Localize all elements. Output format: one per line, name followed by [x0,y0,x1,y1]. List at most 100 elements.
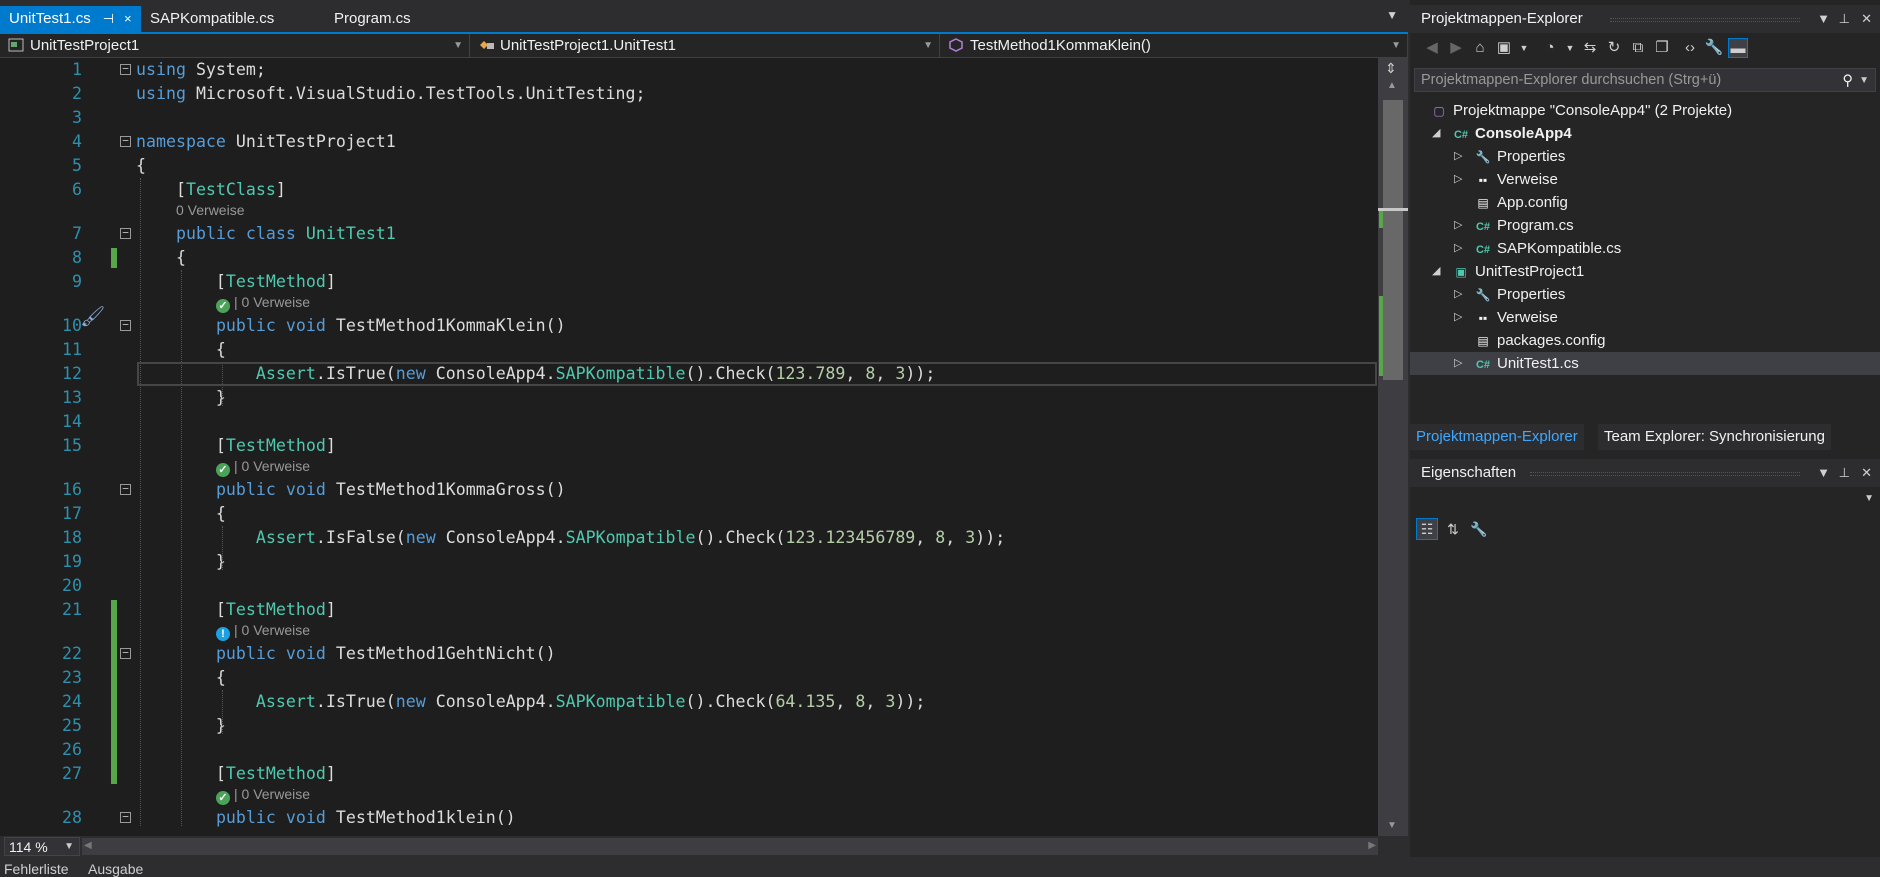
test-not-run-icon[interactable]: ! [216,627,230,641]
code-text[interactable]: { [136,154,146,178]
tree-item[interactable]: ▷ C# Program.cs [1410,214,1880,237]
code-text[interactable]: { [136,246,186,270]
collapsed-arrow-icon[interactable]: ▷ [1454,352,1462,375]
tab-error-list[interactable]: Fehlerliste [4,861,69,877]
tree-item[interactable]: ◢ ▣ UnitTestProject1 [1410,260,1880,283]
collapsed-arrow-icon[interactable]: ▷ [1454,145,1462,168]
codelens-references[interactable]: | 0 Verweise [234,458,310,474]
code-text[interactable]: [TestMethod] [136,762,336,786]
pin-icon[interactable]: ⊣ [103,11,114,26]
code-line[interactable]: 14 [0,410,1378,434]
code-text[interactable]: Assert.IsTrue(new ConsoleApp4.SAPKompati… [136,690,925,714]
categorized-icon[interactable]: ☷ [1416,518,1438,540]
code-line[interactable]: 7 public class UnitTest1− [0,222,1378,246]
show-all-files-icon[interactable]: ❐ [1652,38,1672,58]
split-icon[interactable]: ⇕ [1385,60,1397,77]
tab-team-explorer[interactable]: Team Explorer: Synchronisierung [1598,424,1831,450]
code-text[interactable]: [TestMethod] [136,270,336,294]
forward-icon[interactable]: ▶ [1446,38,1466,58]
codelens[interactable]: ✓ | 0 Verweise [0,456,1378,477]
tree-item[interactable]: ▤ App.config [1410,191,1880,214]
code-text[interactable]: public void TestMethod1KommaGross() [136,478,566,502]
scroll-thumb[interactable] [1383,100,1403,380]
code-line[interactable]: 11 { [0,338,1378,362]
code-line[interactable]: 13 } [0,386,1378,410]
tree-item[interactable]: ◢ C# ConsoleApp4 [1410,122,1880,145]
codelens[interactable]: ✓ | 0 Verweise [0,784,1378,805]
quick-actions-brush-icon[interactable]: 🖌 [80,304,105,329]
code-line[interactable]: 24 Assert.IsTrue(new ConsoleApp4.SAPKomp… [0,690,1378,714]
code-text[interactable]: using Microsoft.VisualStudio.TestTools.U… [136,82,646,106]
code-line[interactable]: 8 { [0,246,1378,270]
code-text[interactable]: Assert.IsFalse(new ConsoleApp4.SAPKompat… [136,526,1005,550]
code-line[interactable]: 9 [TestMethod] [0,270,1378,294]
code-text[interactable]: [TestMethod] [136,434,336,458]
close-icon[interactable]: ✕ [1861,459,1872,487]
scroll-up-icon[interactable]: ▲ [1387,80,1397,91]
preview-selected-items-icon[interactable]: ▬ [1728,38,1748,58]
code-line[interactable]: 10 public void TestMethod1KommaKlein() − [0,314,1378,338]
code-line[interactable]: 20 [0,574,1378,598]
code-text[interactable]: public void TestMethod1KommaKlein() [136,314,566,338]
code-line[interactable]: 21 [TestMethod] [0,598,1378,622]
refresh-icon[interactable]: ↻ [1604,38,1624,58]
expanded-arrow-icon[interactable]: ◢ [1432,260,1440,283]
code-line[interactable]: 25 } [0,714,1378,738]
property-pages-icon[interactable]: 🔧 [1468,518,1490,540]
home-icon[interactable]: ⌂ [1470,38,1490,58]
code-text[interactable]: public class UnitTest1 [136,222,396,246]
code-text[interactable]: using System; [136,58,266,82]
code-editor[interactable]: 1 using System; −2 using Microsoft.VisualSt… [0,58,1378,836]
collapsed-arrow-icon[interactable]: ▷ [1454,214,1462,237]
code-text[interactable]: [TestMethod] [136,598,336,622]
collapse-region-icon[interactable]: − [120,135,131,147]
properties-wrench-icon[interactable]: 🔧 [1704,38,1724,58]
scroll-right-icon[interactable]: ▶ [1368,840,1376,851]
code-line[interactable]: 26 [0,738,1378,762]
collapse-region-icon[interactable]: − [120,483,131,495]
code-line[interactable]: 22 public void TestMethod1GehtNicht() − [0,642,1378,666]
tree-item[interactable]: ▷ 🔧 Properties [1410,283,1880,306]
close-icon[interactable]: × [124,11,132,26]
code-line[interactable]: 19 } [0,550,1378,574]
code-line[interactable]: 5{ [0,154,1378,178]
collapse-region-icon[interactable]: − [120,647,131,659]
code-line[interactable]: 6 [TestClass] [0,178,1378,202]
code-line[interactable]: 1 using System; − [0,58,1378,82]
tab-program[interactable]: Program.cs [325,6,420,32]
class-dropdown[interactable]: UnitTestProject1.UnitTest1 ▼ [470,34,940,58]
tab-sapkompatible[interactable]: SAPKompatible.cs [141,6,283,32]
code-text[interactable]: public void TestMethod1GehtNicht() [136,642,556,666]
zoom-dropdown[interactable]: 114 % ▼ [4,837,80,856]
chevron-down-icon[interactable]: ▼ [1560,38,1580,58]
view-code-icon[interactable]: ‹› [1680,38,1700,58]
collapsed-arrow-icon[interactable]: ▷ [1454,306,1462,329]
object-selector[interactable]: ▼ [1410,489,1880,511]
member-dropdown[interactable]: TestMethod1KommaKlein() ▼ [940,34,1408,58]
solution-search-input[interactable]: Projektmappen-Explorer durchsuchen (Strg… [1414,68,1876,92]
code-line[interactable]: 17 { [0,502,1378,526]
tree-item[interactable]: ▷ 🔧 Properties [1410,145,1880,168]
pin-icon[interactable]: ⊥ [1839,5,1850,33]
collapsed-arrow-icon[interactable]: ▷ [1454,283,1462,306]
code-line[interactable]: 28 public void TestMethod1klein() − [0,806,1378,830]
codelens-references[interactable]: | 0 Verweise [234,786,310,802]
collapse-all-icon[interactable]: ⧉ [1628,38,1648,58]
scroll-left-icon[interactable]: ◀ [84,840,92,851]
chevron-down-icon[interactable]: ▼ [1514,38,1534,58]
collapse-region-icon[interactable]: − [120,63,131,75]
tab-output[interactable]: Ausgabe [88,861,143,877]
code-text[interactable]: namespace UnitTestProject1 [136,130,396,154]
collapse-region-icon[interactable]: − [120,319,131,331]
code-line[interactable]: 27 [TestMethod] [0,762,1378,786]
codelens[interactable]: ✓ | 0 Verweise [0,292,1378,313]
alphabetical-icon[interactable]: ⇅ [1442,518,1464,540]
code-line[interactable]: 4 namespace UnitTestProject1− [0,130,1378,154]
code-text[interactable]: [TestClass] [136,178,286,202]
collapse-region-icon[interactable]: − [120,227,131,239]
close-icon[interactable]: ✕ [1861,5,1872,33]
vertical-scrollbar[interactable]: ⇕ ▲ ▼ [1378,58,1408,836]
test-passed-icon[interactable]: ✓ [216,791,230,805]
tree-item[interactable]: ▷ C# UnitTest1.cs [1410,352,1880,375]
pin-icon[interactable]: ⊥ [1839,459,1850,487]
